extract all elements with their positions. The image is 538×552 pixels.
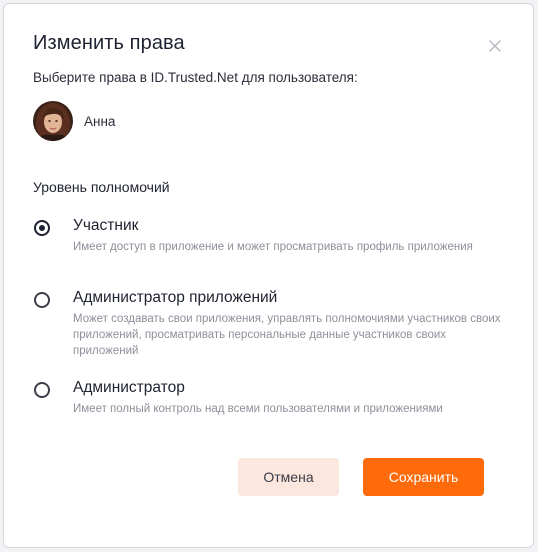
role-desc-admin: Имеет полный контроль над всеми пользова…	[73, 403, 443, 415]
dialog-subtitle: Выберите права в ID.Trusted.Net для поль…	[33, 70, 358, 85]
radio-app-admin[interactable]	[34, 292, 50, 308]
radio-member[interactable]	[34, 220, 50, 236]
role-label-member: Участник	[73, 217, 139, 234]
role-desc-member: Имеет доступ в приложение и может просма…	[73, 241, 473, 253]
cancel-button[interactable]: Отмена	[238, 458, 339, 496]
role-label-app-admin: Администратор приложений	[73, 289, 278, 306]
user-name: Анна	[84, 113, 116, 129]
change-permissions-dialog: Изменить права Выберите права в ID.Trust…	[3, 3, 534, 548]
permission-level-label: Уровень полномочий	[33, 179, 170, 195]
radio-admin[interactable]	[34, 382, 50, 398]
role-label-admin: Администратор	[73, 379, 185, 396]
user-avatar	[33, 101, 73, 141]
dialog-title: Изменить права	[33, 32, 185, 54]
role-desc-app-admin: Может создавать свои приложения, управля…	[73, 313, 501, 357]
user-info: Анна	[33, 101, 115, 141]
close-icon[interactable]	[487, 38, 503, 54]
save-button[interactable]: Сохранить	[363, 458, 484, 496]
